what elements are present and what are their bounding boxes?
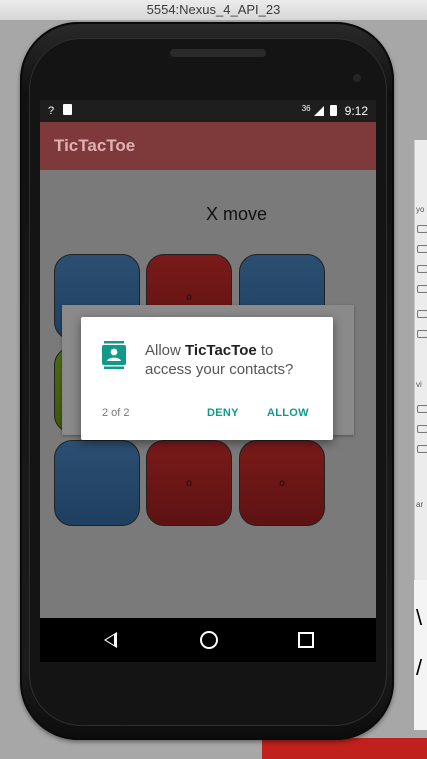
window-title: 5554:Nexus_4_API_23 [146,2,281,17]
back-icon[interactable] [104,632,117,648]
background-ide-panel: yo vi ar [414,140,427,580]
status-bar: ? 36 9:12 [40,100,376,122]
permission-dialog: Allow TicTacToe to access your contacts?… [81,317,333,440]
app-bar: TicTacToe [40,122,376,170]
contacts-icon [102,341,126,369]
navigation-bar [40,618,376,662]
board-cell-8[interactable]: o [146,440,232,526]
permission-message: Allow TicTacToe to access your contacts? [145,342,294,378]
battery-icon [330,105,338,116]
signal-unknown-indicator: ? [48,105,55,117]
status-time: 9:12 [344,104,368,118]
device-screen: ? 36 9:12 TicTacToe X move o o o Allow T… [40,100,376,662]
board-cell-9[interactable]: o [239,440,325,526]
background-ide-bar [262,738,427,759]
app-title: TicTacToe [54,136,136,155]
speaker-grille [170,49,266,57]
permission-app-name: TicTacToe [185,342,257,359]
allow-button[interactable]: ALLOW [267,407,309,419]
board-cell-7[interactable] [54,440,140,526]
recents-icon[interactable] [298,632,314,648]
network-type-label: 36 [301,104,311,113]
deny-button[interactable]: DENY [207,407,239,419]
permission-counter: 2 of 2 [102,407,130,419]
front-camera [353,74,361,82]
sim-card-icon [63,104,73,115]
home-icon[interactable] [200,631,218,649]
window-title-bar: 5554:Nexus_4_API_23 [0,0,427,21]
turn-status: X move [206,204,268,224]
cell-signal-icon [313,106,324,116]
